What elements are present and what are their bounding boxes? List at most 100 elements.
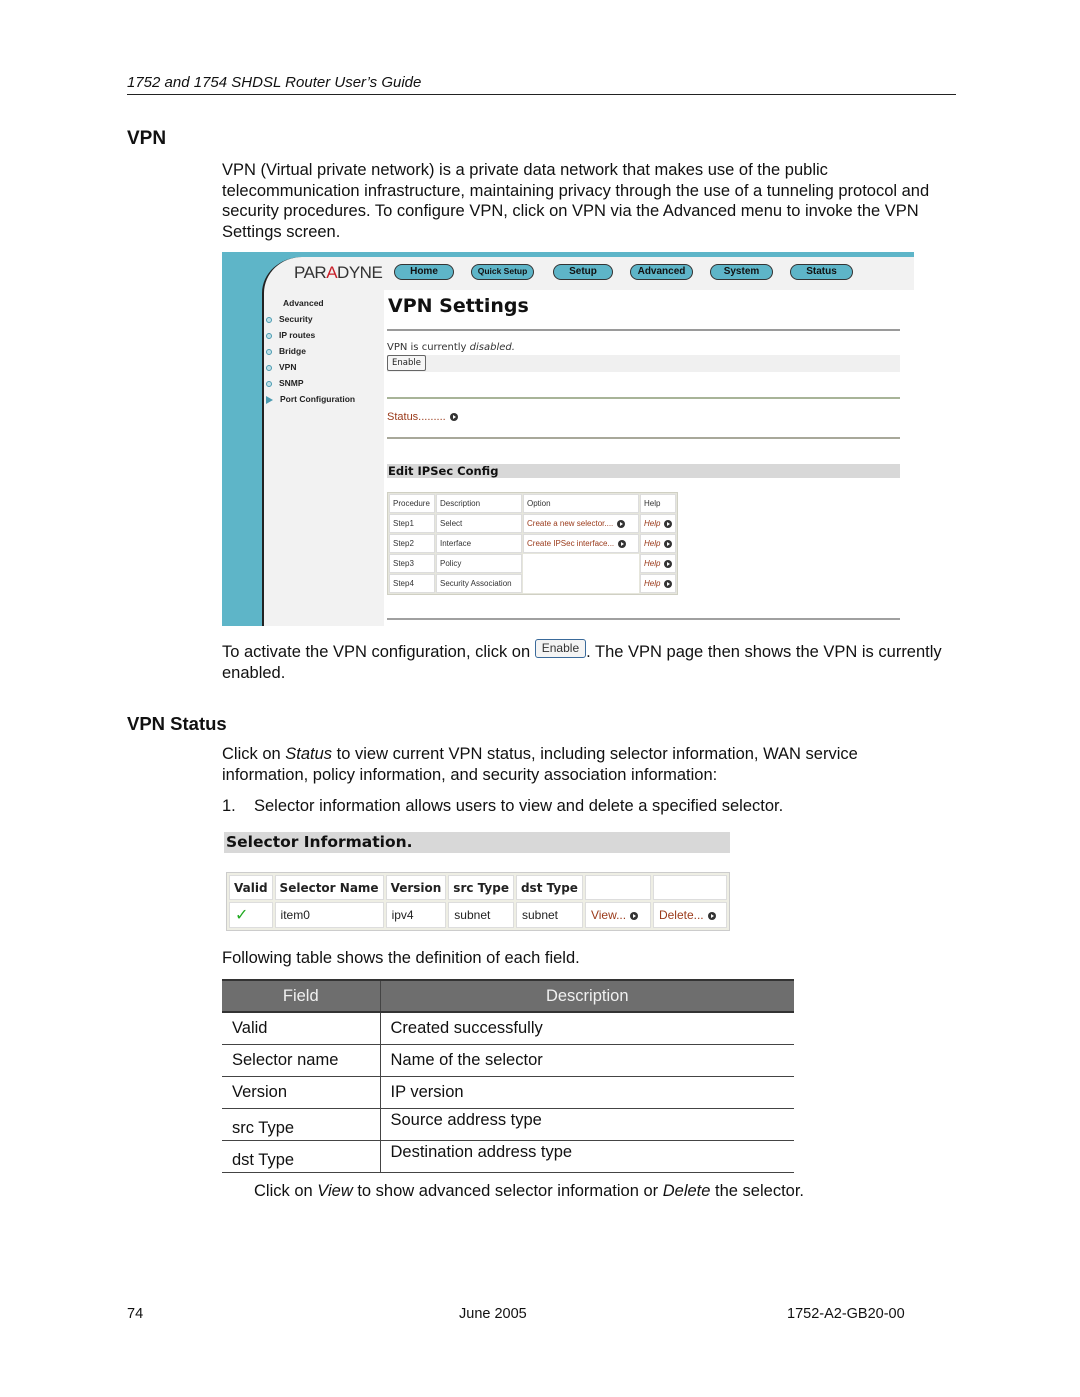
triangle-right-icon (266, 395, 273, 404)
arrow-circle-icon (664, 519, 673, 528)
description-cell: Interface (436, 534, 522, 553)
header-cell: Option (523, 494, 639, 513)
header-cell: Description (436, 494, 522, 513)
description-cell: Select (436, 514, 522, 533)
description-cell: Created successfully (380, 1012, 794, 1045)
arrow-circle-icon (617, 519, 626, 528)
procedure-cell: Step2 (389, 534, 435, 553)
nav-advanced-button[interactable]: Advanced (630, 264, 693, 280)
field-cell: src Type (222, 1108, 381, 1141)
field-cell: dst Type (222, 1140, 381, 1173)
nav-system-button[interactable]: System (710, 264, 773, 280)
sidebar-item-snmp[interactable]: SNMP (266, 378, 304, 388)
table-header-row: Field Description (222, 979, 794, 1013)
header-cell: Valid (229, 875, 273, 900)
empty-option-cell (523, 554, 639, 593)
status-intro-paragraph: Click on Status to view current VPN stat… (222, 745, 858, 784)
procedure-cell: Step3 (389, 554, 435, 573)
sidebar-item-security[interactable]: Security (266, 314, 313, 324)
sidebar-item-bridge[interactable]: Bridge (266, 346, 306, 356)
header-cell-field: Field (222, 979, 381, 1013)
table-row: ✓ item0 ipv4 subnet subnet View... Delet… (229, 902, 727, 928)
description-cell: IP version (380, 1076, 794, 1109)
bullet-icon (266, 348, 272, 355)
sidebar-item-ip-routes[interactable]: IP routes (266, 330, 315, 340)
field-cell: Valid (222, 1012, 381, 1045)
description-cell: Destination address type (380, 1140, 794, 1173)
checkmark-icon: ✓ (229, 902, 273, 928)
arrow-circle-icon (664, 539, 673, 548)
help-link[interactable]: Help (640, 574, 677, 593)
section-heading-vpn: VPN (127, 128, 167, 149)
vpn-settings-content: VPN Settings VPN is currently disabled. … (384, 290, 914, 626)
divider (387, 329, 900, 331)
header-cell: dst Type (515, 875, 583, 900)
create-selector-link[interactable]: Create a new selector.... (523, 514, 639, 533)
field-definitions-table: Field Description Valid Created successf… (222, 979, 794, 1173)
delete-link[interactable]: Delete... (652, 902, 727, 928)
selector-name-cell: item0 (274, 902, 384, 928)
dst-type-cell: subnet (515, 902, 583, 928)
list-item: 1. Selector information allows users to v… (222, 797, 784, 815)
nav-quick-setup-button[interactable]: Quick Setup (471, 264, 534, 280)
status-link[interactable]: Status......... (387, 411, 458, 423)
enable-button[interactable]: Enable (387, 355, 426, 371)
header-cell: Selector Name (274, 875, 384, 900)
help-link[interactable]: Help (640, 534, 677, 553)
vpn-settings-screenshot: PARADYNE Home Quick Setup Setup Advanced… (222, 252, 914, 626)
closing-paragraph: Click on View to show advanced selector … (254, 1182, 805, 1200)
enable-row: Enable (387, 355, 900, 372)
src-type-cell: subnet (448, 902, 514, 928)
nav-home-button[interactable]: Home (394, 264, 454, 280)
table-header-row: Procedure Description Option Help (389, 494, 677, 513)
description-cell: Policy (436, 554, 522, 573)
description-cell: Security Association (436, 574, 522, 593)
arrow-circle-icon (664, 579, 673, 588)
help-link[interactable]: Help (640, 514, 677, 533)
bullet-icon (266, 316, 272, 323)
create-ipsec-interface-link[interactable]: Create IPSec interface... (523, 534, 639, 553)
selector-info-heading: Selector Information. (224, 832, 730, 853)
header-cell: src Type (448, 875, 514, 900)
running-header: 1752 and 1754 SHDSL Router User’s Guide (127, 74, 956, 95)
help-link[interactable]: Help (640, 554, 677, 573)
table-row: Step1 Select Create a new selector.... H… (389, 514, 677, 533)
header-cell (584, 875, 651, 900)
sidebar-item-port-configuration[interactable]: Port Configuration (266, 394, 355, 404)
procedure-cell: Step1 (389, 514, 435, 533)
fields-intro: Following table shows the definition of … (222, 949, 580, 967)
bullet-icon (266, 380, 272, 387)
paradyne-logo: PARADYNE (294, 263, 383, 282)
field-cell: Version (222, 1076, 381, 1109)
vpn-intro-paragraph: VPN (Virtual private network) is a priva… (222, 161, 930, 241)
footer-doc-id: 1752-A2-GB20-00 (787, 1306, 905, 1322)
bullet-icon (266, 332, 272, 339)
field-cell: Selector name (222, 1044, 381, 1077)
table-row: Valid Created successfully (222, 1012, 794, 1045)
table-row: dst Type Destination address type (222, 1140, 794, 1173)
arrow-circle-icon (664, 559, 673, 568)
arrow-circle-icon (707, 911, 716, 920)
sidebar-item-vpn[interactable]: VPN (266, 362, 296, 372)
arrow-circle-icon (449, 413, 458, 422)
view-link[interactable]: View... (584, 902, 651, 928)
sidebar-title: Advanced (283, 298, 324, 308)
ipsec-config-table: Procedure Description Option Help Step1 … (387, 492, 679, 595)
description-cell: Source address type (380, 1108, 794, 1141)
selector-info-table: Valid Selector Name Version src Type dst… (226, 872, 730, 931)
procedure-cell: Step4 (389, 574, 435, 593)
table-row: Step3 Policy Help (389, 554, 677, 593)
table-row: src Type Source address type (222, 1108, 794, 1141)
version-cell: ipv4 (385, 902, 447, 928)
table-row: Version IP version (222, 1076, 794, 1109)
header-cell (652, 875, 727, 900)
nav-setup-button[interactable]: Setup (553, 264, 613, 280)
table-row: Selector name Name of the selector (222, 1044, 794, 1077)
divider (387, 397, 900, 399)
nav-status-button[interactable]: Status (790, 264, 853, 280)
ipsec-heading: Edit IPSec Config (387, 464, 900, 478)
arrow-circle-icon (618, 539, 627, 548)
divider (387, 618, 900, 620)
footer-date: June 2005 (459, 1306, 527, 1322)
activate-paragraph: To activate the VPN configuration, click… (222, 639, 942, 682)
